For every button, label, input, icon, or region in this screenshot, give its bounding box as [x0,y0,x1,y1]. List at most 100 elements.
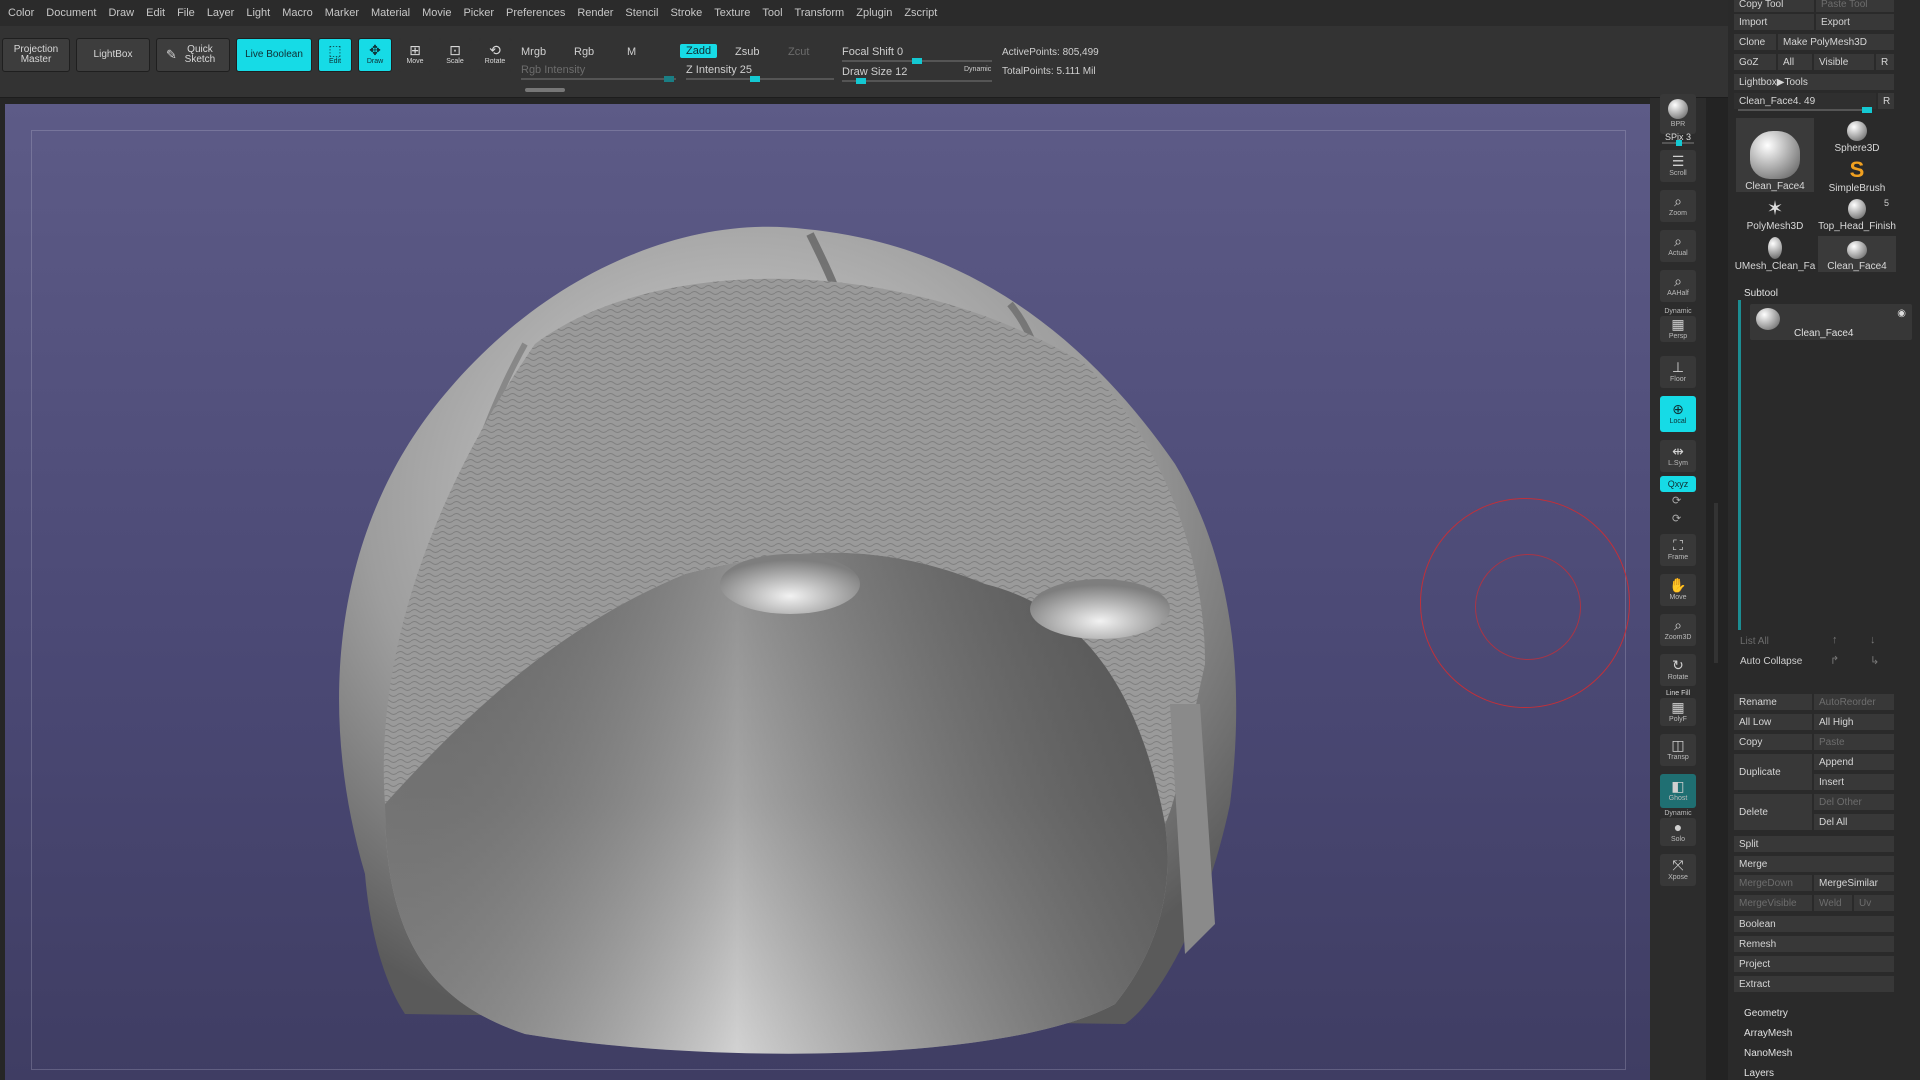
menu-preferences[interactable]: Preferences [500,7,571,19]
paste-tool-button[interactable]: Paste Tool [1816,0,1894,12]
copy-tool-button[interactable]: Copy Tool [1734,0,1814,12]
export-button[interactable]: Export [1816,14,1894,30]
merge-button[interactable]: Merge [1734,856,1894,872]
panel-divider-handle[interactable] [1714,503,1718,663]
menu-layer[interactable]: Layer [201,7,241,19]
scroll-button[interactable]: ☰ Scroll [1660,150,1696,182]
geometry-section[interactable]: Geometry [1744,1008,1788,1019]
extract-button[interactable]: Extract [1734,976,1894,992]
visibility-eye-icon[interactable]: ◉ [1897,308,1906,319]
subtool-header[interactable]: Subtool [1744,288,1778,299]
menu-movie[interactable]: Movie [416,7,457,19]
draw-size-slider[interactable]: Draw Size 12 [842,66,907,78]
nanomesh-section[interactable]: NanoMesh [1744,1048,1792,1059]
menu-tool[interactable]: Tool [756,7,788,19]
tool-thumb-clean-face-2[interactable]: Clean_Face4 [1818,236,1896,272]
rgb-intensity-slider[interactable]: Rgb Intensity [521,64,585,76]
make-polymesh-button[interactable]: Make PolyMesh3D [1778,34,1894,50]
menu-stroke[interactable]: Stroke [664,7,708,19]
all-high-button[interactable]: All High [1814,714,1894,730]
delete-button[interactable]: Delete [1734,794,1812,830]
arrow-down-right-icon[interactable]: ↳ [1870,654,1879,667]
menu-color[interactable]: Color [2,7,40,19]
rename-button[interactable]: Rename [1734,694,1812,710]
actual-button[interactable]: ⌕ Actual [1660,230,1696,262]
ghost-button[interactable]: ◧ Ghost [1660,774,1696,808]
del-all-button[interactable]: Del All [1814,814,1894,830]
draw-size-knob[interactable] [856,78,866,84]
live-boolean-button[interactable]: Live Boolean [236,38,312,72]
z-intensity-track[interactable] [686,76,834,82]
polyf-button[interactable]: ▦ PolyF [1660,698,1696,726]
menu-texture[interactable]: Texture [708,7,756,19]
current-tool-track[interactable] [1738,107,1872,113]
menu-render[interactable]: Render [571,7,619,19]
goz-r-button[interactable]: R [1876,54,1894,70]
tool-thumb-clean-face[interactable]: Clean_Face4 [1736,118,1814,192]
move-button[interactable]: ⊞ Move [398,38,432,72]
subtool-item[interactable]: ◉ Clean_Face4 [1750,304,1912,340]
zoom-button[interactable]: ⌕ Zoom [1660,190,1696,222]
menu-transform[interactable]: Transform [789,7,851,19]
z-intensity-slider[interactable]: Z Intensity 25 [686,64,752,76]
tool-thumb-sphere3d[interactable]: Sphere3D [1818,118,1896,154]
arraymesh-section[interactable]: ArrayMesh [1744,1028,1792,1039]
head-sculpt-model[interactable] [5,104,1650,1080]
all-low-button[interactable]: All Low [1734,714,1812,730]
menu-file[interactable]: File [171,7,201,19]
paste-subtool-button[interactable]: Paste [1814,734,1894,750]
lsym-button[interactable]: ⇹ L.Sym [1660,440,1696,472]
duplicate-button[interactable]: Duplicate [1734,754,1812,790]
current-tool-r-button[interactable]: R [1878,93,1894,109]
floor-button[interactable]: ⊥ Floor [1660,356,1696,388]
solo-button[interactable]: ● Solo [1660,818,1696,846]
merge-visible-button[interactable]: MergeVisible [1734,895,1812,911]
quick-sketch-button[interactable]: ✎ Quick Sketch [156,38,230,72]
autoreorder-button[interactable]: AutoReorder [1814,694,1894,710]
scale-button[interactable]: ⊡ Scale [438,38,472,72]
append-button[interactable]: Append [1814,754,1894,770]
frame-button[interactable]: ⛶ Frame [1660,534,1696,566]
merge-similar-button[interactable]: MergeSimilar [1814,875,1894,891]
split-button[interactable]: Split [1734,836,1894,852]
del-other-button[interactable]: Del Other [1814,794,1894,810]
rotate-y-icon[interactable]: ⟳ [1672,512,1681,525]
zadd-toggle[interactable]: Zadd [680,44,718,58]
goz-all-button[interactable]: All [1778,54,1812,70]
move-up-arrow-icon[interactable]: ↑ [1832,634,1838,646]
transp-button[interactable]: ◫ Transp [1660,734,1696,766]
canvas-viewport[interactable] [5,104,1650,1080]
dynamic-toggle[interactable]: Dynamic [964,66,991,73]
menu-edit[interactable]: Edit [140,7,171,19]
rgb-intensity-knob[interactable] [664,76,674,82]
menu-marker[interactable]: Marker [319,7,365,19]
bpr-button[interactable]: BPR [1660,94,1696,134]
menu-macro[interactable]: Macro [276,7,319,19]
rotate-view-button[interactable]: ↻ Rotate [1660,654,1696,686]
menu-document[interactable]: Document [40,7,102,19]
m-toggle[interactable]: M [627,46,636,58]
layers-section[interactable]: Layers [1744,1068,1774,1079]
list-all-button[interactable]: List All [1740,636,1769,647]
boolean-button[interactable]: Boolean [1734,916,1894,932]
move-down-arrow-icon[interactable]: ↓ [1870,634,1876,646]
menu-material[interactable]: Material [365,7,416,19]
draw-button[interactable]: ✥ Draw [358,38,392,72]
z-intensity-knob[interactable] [750,76,760,82]
rotate-button[interactable]: ⟲ Rotate [478,38,512,72]
weld-button[interactable]: Weld [1814,895,1852,911]
lightbox-button[interactable]: LightBox [76,38,150,72]
xpose-button[interactable]: ⤧ Xpose [1660,854,1696,886]
rotate-x-icon[interactable]: ⟳ [1672,494,1681,507]
tool-thumb-polymesh3d[interactable]: ✶ PolyMesh3D [1736,196,1814,232]
focal-shift-knob[interactable] [912,58,922,64]
menu-zscript[interactable]: Zscript [898,7,943,19]
persp-button[interactable]: ▦ Persp [1660,316,1696,342]
move-view-button[interactable]: ✋ Move [1660,574,1696,606]
focal-shift-track[interactable] [842,58,992,64]
zsub-toggle[interactable]: Zsub [735,46,759,58]
goz-visible-button[interactable]: Visible [1814,54,1874,70]
auto-collapse-button[interactable]: Auto Collapse [1740,656,1802,667]
menu-picker[interactable]: Picker [457,7,500,19]
current-tool-slider[interactable]: Clean_Face4. 49 [1734,93,1876,109]
